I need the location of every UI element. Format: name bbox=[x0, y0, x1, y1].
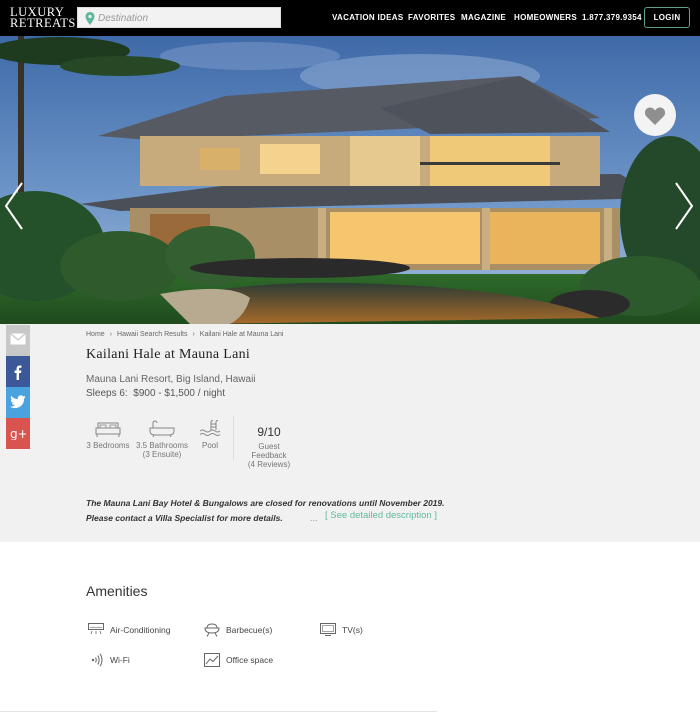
property-photo bbox=[0, 36, 700, 324]
heart-icon bbox=[644, 107, 666, 125]
svg-text:g+: g+ bbox=[10, 427, 26, 440]
feature-bedrooms: 3 Bedrooms bbox=[86, 420, 130, 450]
section-divider bbox=[0, 711, 437, 712]
bathrooms-label: 3.5 Bathrooms bbox=[135, 441, 189, 450]
twitter-icon bbox=[10, 395, 26, 409]
amenity-label: TV(s) bbox=[342, 625, 363, 635]
property-title: Kailani Hale at Mauna Lani bbox=[86, 347, 251, 362]
breadcrumb-search-results[interactable]: Hawaii Search Results bbox=[117, 331, 187, 338]
google-plus-icon: g+ bbox=[10, 427, 26, 440]
see-description-link[interactable]: [ See detailed description ] bbox=[325, 510, 437, 521]
bedrooms-label: 3 Bedrooms bbox=[86, 441, 130, 450]
bathtub-icon bbox=[149, 420, 175, 438]
review-count: (4 Reviews) bbox=[247, 460, 291, 469]
guest-feedback[interactable]: Guest Feedback (4 Reviews) bbox=[240, 442, 298, 469]
destination-input[interactable] bbox=[98, 10, 276, 26]
property-capacity-price: Sleeps 6: $900 - $1,500 / night bbox=[86, 388, 225, 399]
air-conditioner-icon bbox=[88, 623, 104, 635]
login-button[interactable]: LOGIN bbox=[644, 7, 690, 28]
breadcrumb-current: Kailani Hale at Mauna Lani bbox=[199, 331, 284, 338]
amenity-label: Wi-Fi bbox=[110, 655, 130, 665]
breadcrumb-home[interactable]: Home bbox=[86, 331, 105, 338]
pool-icon bbox=[199, 420, 221, 436]
feature-bathrooms: 3.5 Bathrooms (3 Ensuite) bbox=[134, 420, 190, 459]
breadcrumb: Home › Hawaii Search Results › Kailani Hale … bbox=[86, 331, 283, 338]
location-pin-icon bbox=[85, 12, 95, 25]
guest-feedback-label: Guest Feedback bbox=[251, 442, 287, 460]
share-twitter-button[interactable] bbox=[6, 387, 30, 418]
hero-gallery bbox=[0, 36, 700, 324]
bathrooms-note: (3 Ensuite) bbox=[142, 450, 182, 459]
amenity-label: Air-Conditioning bbox=[110, 625, 171, 635]
share-googleplus-button[interactable]: g+ bbox=[6, 418, 30, 449]
share-facebook-button[interactable] bbox=[6, 356, 30, 387]
breadcrumb-separator: › bbox=[109, 331, 113, 338]
site-header: LUXURY RETREATS VACATION IDEAS FAVORITES… bbox=[0, 0, 700, 36]
office-chart-icon bbox=[204, 653, 220, 667]
price-range: $900 - $1,500 / night bbox=[133, 388, 226, 399]
amenities-heading: Amenities bbox=[86, 583, 148, 599]
envelope-icon bbox=[10, 333, 26, 345]
next-photo-arrow-icon[interactable] bbox=[674, 181, 694, 231]
pool-label: Pool bbox=[201, 441, 218, 450]
grill-icon bbox=[204, 623, 220, 637]
feature-divider bbox=[233, 416, 234, 460]
logo-line-2: RETREATS bbox=[10, 16, 76, 30]
destination-search bbox=[77, 7, 281, 28]
share-email-button[interactable] bbox=[6, 325, 30, 356]
notice-line-1: The Mauna Lani Bay Hotel & Bungalows are… bbox=[86, 498, 445, 508]
notice-ellipsis: ... bbox=[310, 513, 318, 523]
amenity-label: Barbecue(s) bbox=[226, 625, 273, 635]
nav-homeowners[interactable]: HOMEOWNERS bbox=[514, 13, 577, 22]
feature-pool: Pool bbox=[198, 420, 222, 450]
nav-vacation-ideas[interactable]: VACATION IDEAS bbox=[332, 13, 403, 22]
sleeps-label: Sleeps 6: bbox=[86, 388, 128, 399]
nav-magazine[interactable]: MAGAZINE bbox=[461, 13, 506, 22]
previous-photo-arrow-icon[interactable] bbox=[4, 181, 24, 231]
site-logo[interactable]: LUXURY RETREATS bbox=[10, 6, 76, 30]
wifi-icon bbox=[91, 653, 103, 667]
facebook-icon bbox=[14, 365, 22, 380]
guest-rating-score: 9/10 bbox=[257, 425, 281, 439]
amenity-label: Office space bbox=[226, 655, 274, 665]
bed-icon bbox=[95, 422, 121, 437]
property-location: Mauna Lani Resort, Big Island, Hawaii bbox=[86, 374, 256, 385]
breadcrumb-separator: › bbox=[192, 331, 195, 338]
television-icon bbox=[320, 623, 336, 636]
nav-favorites[interactable]: FAVORITES bbox=[408, 13, 455, 22]
nav-phone-number[interactable]: 1.877.379.9354 bbox=[582, 13, 642, 22]
favorite-button[interactable] bbox=[634, 94, 676, 136]
